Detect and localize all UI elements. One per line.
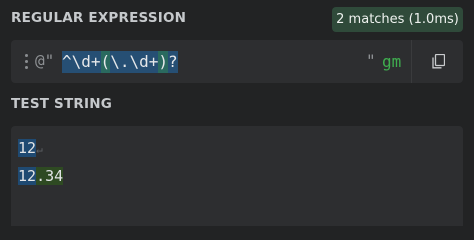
match-highlight-1: 12 — [18, 139, 37, 157]
test-line-2: 12.34 — [18, 166, 64, 186]
test-string-label: TEST STRING — [11, 96, 112, 112]
test-string-editor[interactable]: 12↵ 12.34 — [11, 126, 463, 226]
match-count-badge: 2 matches (1.0ms) — [332, 7, 463, 32]
regex-token-digits-2: \d+ — [129, 51, 159, 73]
regex-token-anchor: ^ — [62, 51, 72, 73]
regex-token-group-open: ( — [100, 51, 111, 73]
regex-section-label: REGULAR EXPRESSION — [11, 10, 187, 26]
regex-expression[interactable]: ^\d+(\.\d+)? — [62, 51, 178, 73]
copy-icon — [432, 54, 445, 69]
match-highlight-2: 12 — [18, 167, 37, 185]
copy-button[interactable] — [412, 40, 463, 83]
regex-token-digits: \d+ — [71, 51, 101, 73]
regex-token-optional: ? — [168, 51, 178, 73]
regex-delimiter-close: " — [366, 51, 376, 70]
drag-handle-icon[interactable] — [25, 54, 28, 69]
regex-delimiter-open: @" — [35, 51, 55, 70]
newline-icon: ↵ — [36, 143, 43, 156]
match-group-highlight: .34 — [36, 167, 64, 185]
regex-flags[interactable]: gm — [382, 51, 401, 73]
test-line-1: 12↵ — [18, 138, 43, 160]
regex-tester: REGULAR EXPRESSION 2 matches (1.0ms) @" … — [0, 0, 474, 226]
regex-token-escaped-dot: \. — [110, 51, 130, 73]
regex-token-group-close: ) — [158, 51, 168, 73]
regex-input-box[interactable]: @" ^\d+(\.\d+)? " gm — [11, 40, 463, 83]
